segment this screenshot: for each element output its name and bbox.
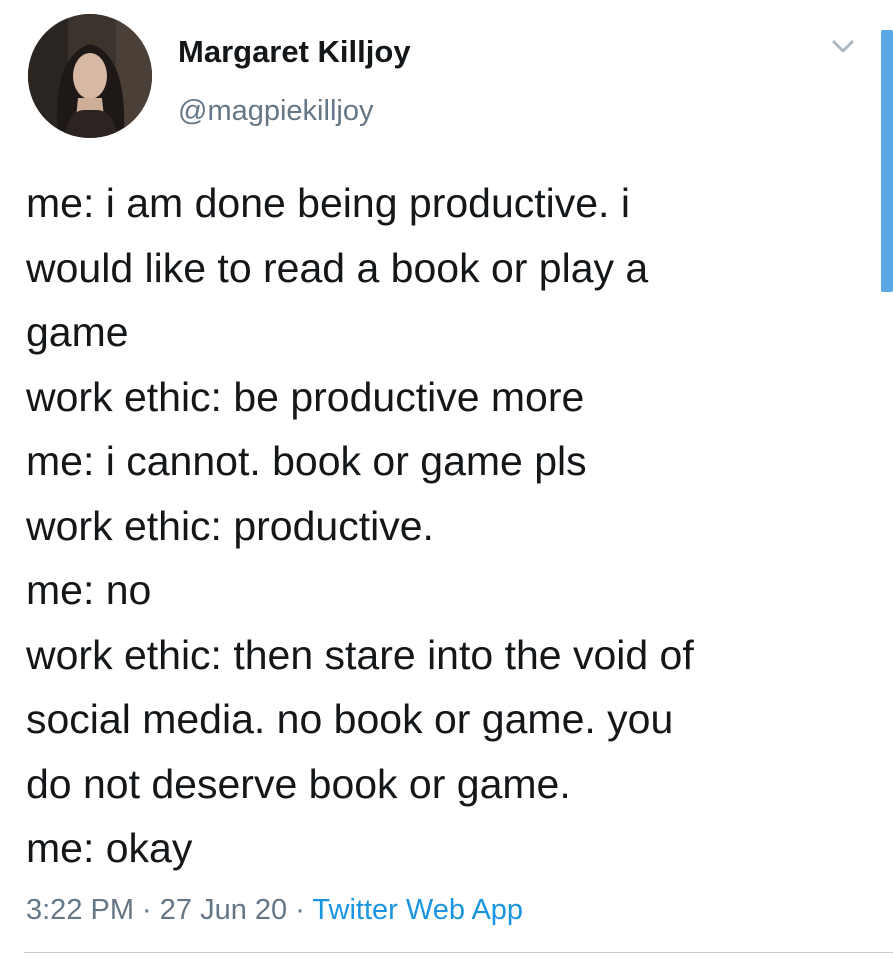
meta-separator: · (287, 894, 313, 926)
tweet-text-line: me: i am done being productive. i (26, 180, 630, 226)
tweet-text-line: social media. no book or game. you (26, 696, 674, 742)
avatar[interactable] (28, 14, 152, 138)
tweet-text: me: i am done being productive. i would … (26, 171, 866, 881)
meta-separator: · (134, 894, 160, 926)
divider (24, 952, 893, 953)
tweet-date[interactable]: 27 Jun 20 (160, 894, 287, 926)
tweet-card: Margaret Killjoy @magpiekilljoy me: i am… (0, 0, 893, 960)
tweet-source-link[interactable]: Twitter Web App (312, 894, 523, 926)
tweet-text-line: would like to read a book or play a (26, 244, 649, 291)
tweet-text-line: me: no (26, 567, 152, 613)
tweet-text-line: work ethic: be productive more (26, 373, 585, 420)
tweet-text-line: me: okay (26, 825, 193, 871)
author-names: Margaret Killjoy @magpiekilljoy (178, 32, 411, 130)
user-handle[interactable]: @magpiekilljoy (178, 92, 411, 130)
tweet-text-line: me: i cannot. book or game pls (26, 438, 587, 484)
chevron-down-icon[interactable] (829, 32, 857, 60)
tweet-header: Margaret Killjoy @magpiekilljoy (24, 14, 873, 138)
tweet-text-line: work ethic: then stare into the void of (26, 631, 694, 678)
tweet-meta: 3:22 PM · 27 Jun 20 · Twitter Web App (26, 890, 523, 930)
tweet-time[interactable]: 3:22 PM (26, 894, 134, 926)
tweet-text-line: game (26, 309, 129, 355)
display-name[interactable]: Margaret Killjoy (178, 32, 411, 72)
tweet-text-line: do not deserve book or game. (26, 760, 571, 807)
tweet-text-line: work ethic: productive. (26, 502, 434, 549)
scrollbar[interactable] (881, 30, 893, 292)
